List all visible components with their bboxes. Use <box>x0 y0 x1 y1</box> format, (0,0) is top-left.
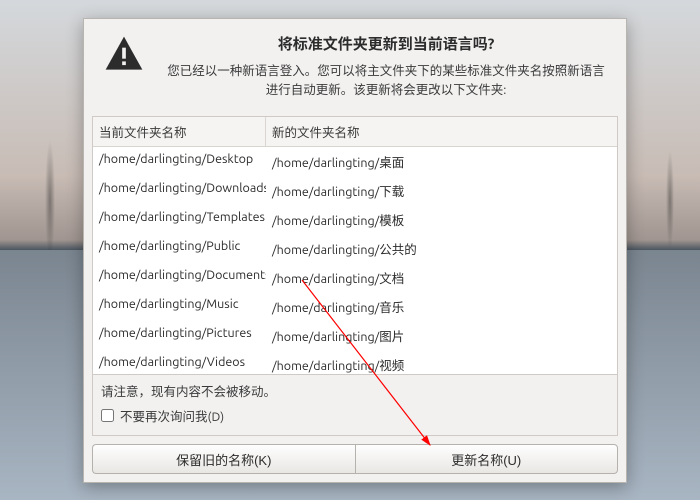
cell-old-path: /home/darlingting/Pictures <box>93 325 266 346</box>
cell-new-path: /home/darlingting/下载 <box>266 180 617 201</box>
dialog-description: 您已经以一种新语言登入。您可以将主文件夹下的某些标准文件夹名按照新语言进行自动更… <box>162 62 610 100</box>
checkbox-label: 不要再次询问我(D) <box>120 406 224 425</box>
cell-new-path: /home/darlingting/公共的 <box>266 238 617 259</box>
keep-old-names-button[interactable]: 保留旧的名称(K) <box>92 444 355 474</box>
note-text: 请注意，现有内容不会被移动。 <box>101 381 609 400</box>
table-body: /home/darlingting/Desktop/home/darlingti… <box>93 147 617 376</box>
header-text: 将标准文件夹更新到当前语言吗? 您已经以一种新语言登入。您可以将主文件夹下的某些… <box>162 33 610 100</box>
dont-ask-checkbox[interactable] <box>101 409 114 422</box>
dont-ask-checkbox-row[interactable]: 不要再次询问我(D) <box>101 406 609 425</box>
table-header: 当前文件夹名称 新的文件夹名称 <box>93 117 617 147</box>
cell-old-path: /home/darlingting/Public <box>93 238 266 259</box>
cell-new-path: /home/darlingting/视频 <box>266 354 617 375</box>
cell-new-path: /home/darlingting/模板 <box>266 209 617 230</box>
column-header-new[interactable]: 新的文件夹名称 <box>266 117 617 146</box>
table-row[interactable]: /home/darlingting/Documents/home/darling… <box>93 263 617 292</box>
dialog-title: 将标准文件夹更新到当前语言吗? <box>162 33 610 54</box>
table-row[interactable]: /home/darlingting/Pictures/home/darlingt… <box>93 321 617 350</box>
cell-old-path: /home/darlingting/Templates <box>93 209 266 230</box>
cell-new-path: /home/darlingting/图片 <box>266 325 617 346</box>
dialog-header: 将标准文件夹更新到当前语言吗? 您已经以一种新语言登入。您可以将主文件夹下的某些… <box>84 19 626 110</box>
table-row[interactable]: /home/darlingting/Music/home/darlingting… <box>93 292 617 321</box>
folder-table: 当前文件夹名称 新的文件夹名称 /home/darlingting/Deskto… <box>92 116 618 376</box>
table-row[interactable]: /home/darlingting/Videos/home/darlingtin… <box>93 350 617 376</box>
table-row[interactable]: /home/darlingting/Downloads/home/darling… <box>93 176 617 205</box>
cell-old-path: /home/darlingting/Documents <box>93 267 266 288</box>
column-header-old[interactable]: 当前文件夹名称 <box>93 117 266 146</box>
button-bar: 保留旧的名称(K) 更新名称(U) <box>84 436 626 482</box>
cell-old-path: /home/darlingting/Videos <box>93 354 266 375</box>
table-row[interactable]: /home/darlingting/Templates/home/darling… <box>93 205 617 234</box>
cell-new-path: /home/darlingting/桌面 <box>266 151 617 172</box>
cell-old-path: /home/darlingting/Downloads <box>93 180 266 201</box>
cell-old-path: /home/darlingting/Desktop <box>93 151 266 172</box>
warning-icon <box>100 33 148 81</box>
cell-old-path: /home/darlingting/Music <box>93 296 266 317</box>
rename-folders-dialog: 将标准文件夹更新到当前语言吗? 您已经以一种新语言登入。您可以将主文件夹下的某些… <box>83 18 627 483</box>
table-row[interactable]: /home/darlingting/Desktop/home/darlingti… <box>93 147 617 176</box>
cell-new-path: /home/darlingting/音乐 <box>266 296 617 317</box>
note-area: 请注意，现有内容不会被移动。 不要再次询问我(D) <box>92 375 618 436</box>
update-names-button[interactable]: 更新名称(U) <box>355 444 619 474</box>
cell-new-path: /home/darlingting/文档 <box>266 267 617 288</box>
table-row[interactable]: /home/darlingting/Public/home/darlingtin… <box>93 234 617 263</box>
